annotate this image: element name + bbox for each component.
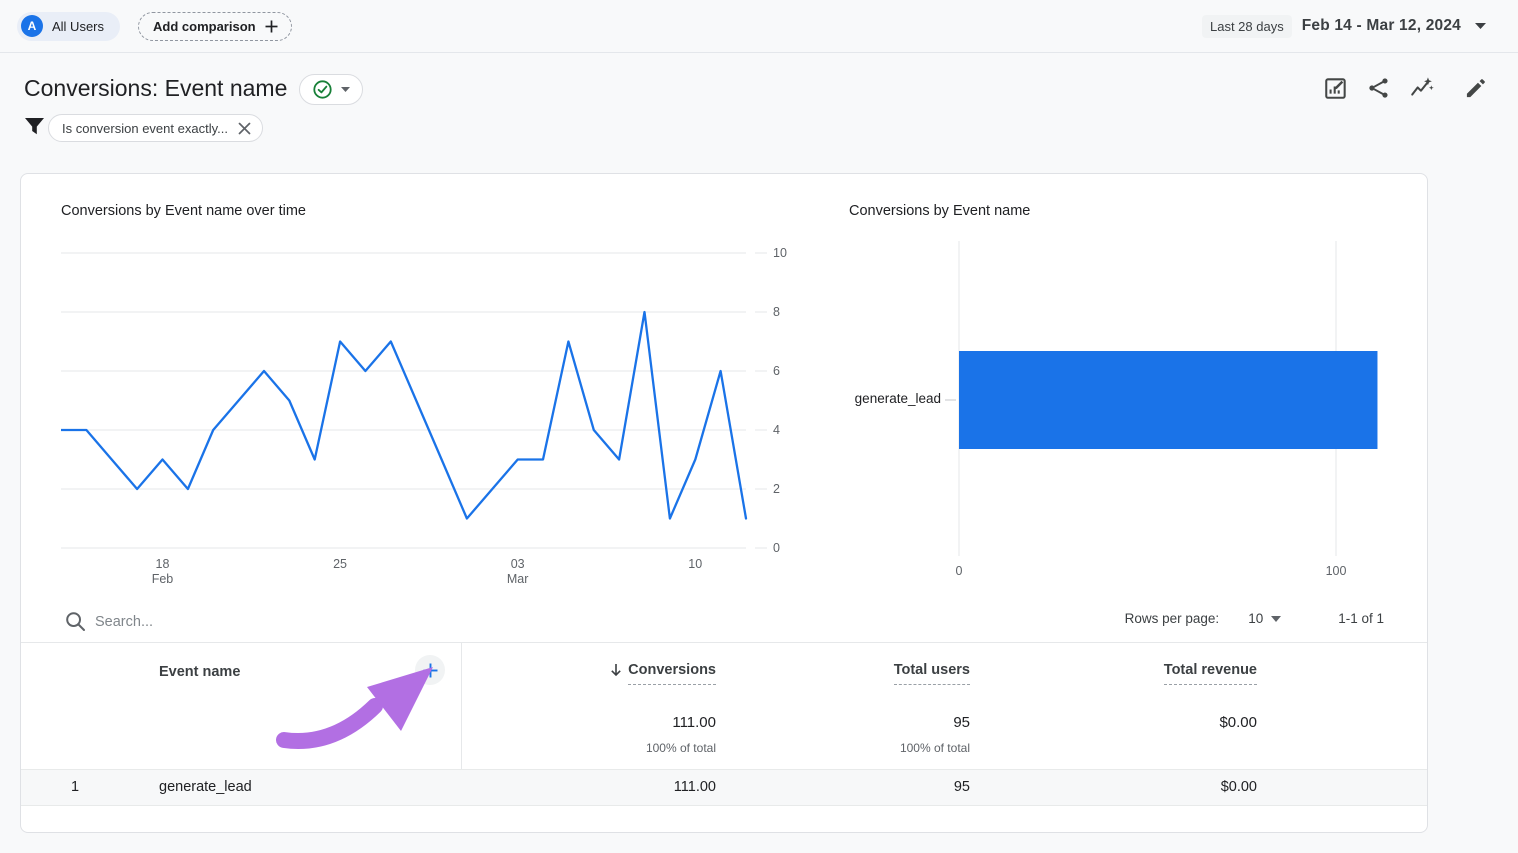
divider	[21, 642, 1427, 643]
row-conversions: 111.00	[674, 770, 716, 805]
svg-text:6: 6	[773, 364, 780, 378]
comparison-bar: A All Users Add comparison Last 28 days …	[0, 0, 1518, 53]
date-range-selector[interactable]: Last 28 days Feb 14 - Mar 12, 2024	[1202, 15, 1486, 38]
bar-chart-title: Conversions by Event name	[849, 203, 1030, 219]
svg-text:18: 18	[156, 557, 170, 571]
svg-text:8: 8	[773, 305, 780, 319]
total-conversions-share: 100% of total	[646, 741, 716, 755]
customize-report-icon[interactable]	[1323, 75, 1349, 101]
filter-chip-label: Is conversion event exactly...	[62, 121, 228, 136]
svg-text:10: 10	[688, 557, 702, 571]
search-input[interactable]	[95, 606, 415, 638]
add-comparison-label: Add comparison	[153, 19, 256, 34]
svg-text:0: 0	[773, 541, 780, 555]
chevron-down-icon	[1271, 616, 1281, 622]
rows-per-page-value: 10	[1248, 611, 1263, 626]
svg-text:Mar: Mar	[507, 572, 529, 586]
report-status-dropdown[interactable]	[299, 74, 363, 105]
insights-icon[interactable]	[1409, 75, 1435, 101]
svg-text:25: 25	[333, 557, 347, 571]
svg-text:Feb: Feb	[152, 572, 174, 586]
svg-text:03: 03	[511, 557, 525, 571]
all-users-label: All Users	[52, 19, 104, 34]
rows-per-page-label: Rows per page:	[1125, 611, 1220, 626]
add-dimension-button[interactable]	[415, 655, 445, 685]
row-total-users: 95	[954, 770, 970, 805]
column-header-total-revenue[interactable]: Total revenue	[1164, 662, 1257, 685]
total-conversions: 111.00	[672, 714, 716, 731]
search-icon	[65, 611, 86, 632]
page-title: Conversions: Event name	[24, 75, 287, 102]
svg-text:4: 4	[773, 423, 780, 437]
svg-text:0: 0	[956, 564, 963, 578]
row-event-name: generate_lead	[159, 770, 252, 805]
edit-pencil-icon[interactable]	[1463, 75, 1489, 101]
add-comparison-button[interactable]: Add comparison	[138, 12, 292, 41]
conversions-over-time-line-chart: 0 2 4 6 8 10 18Feb 25 03Mar 10	[61, 236, 801, 588]
report-card: Conversions by Event name over time 0 2 4 6…	[20, 173, 1428, 833]
pagination-controls: Rows per page: 10 1-1 of 1	[1125, 611, 1384, 626]
pagination-label: 1-1 of 1	[1338, 611, 1384, 626]
line-chart-title: Conversions by Event name over time	[61, 203, 306, 219]
total-users-header-label: Total users	[894, 662, 970, 685]
row-total-revenue: $0.00	[1221, 770, 1257, 805]
rows-per-page-select[interactable]: 10	[1248, 611, 1281, 626]
column-header-event-name[interactable]: Event name	[159, 664, 240, 680]
report-actions	[1323, 75, 1489, 101]
column-header-conversions[interactable]: Conversions	[610, 662, 716, 685]
total-users: 95	[953, 714, 970, 731]
total-users-share: 100% of total	[900, 741, 970, 755]
avatar-letter: A	[28, 19, 37, 33]
all-users-chip[interactable]: A All Users	[17, 12, 120, 41]
chevron-down-icon	[1475, 23, 1486, 29]
total-revenue: $0.00	[1219, 714, 1257, 731]
conversions-header-label: Conversions	[628, 662, 716, 685]
filter-funnel-icon[interactable]	[24, 117, 45, 137]
ga4-conversions-report: { "colors": { "accent_blue": "#1a73e8", …	[0, 0, 1518, 853]
row-rank: 1	[71, 770, 79, 805]
svg-text:10: 10	[773, 246, 787, 260]
column-header-total-users[interactable]: Total users	[894, 662, 970, 685]
share-icon[interactable]	[1366, 75, 1392, 101]
plus-icon	[422, 662, 439, 679]
chevron-down-icon	[341, 87, 350, 92]
date-range-badge: Last 28 days	[1202, 15, 1292, 38]
svg-text:100: 100	[1326, 564, 1347, 578]
conversions-by-event-bar-chart: 0 100	[849, 229, 1409, 581]
plus-icon	[264, 19, 279, 34]
avatar: A	[21, 15, 43, 37]
date-range-text: Feb 14 - Mar 12, 2024	[1302, 17, 1461, 35]
close-icon[interactable]	[237, 121, 252, 136]
sort-descending-icon	[610, 663, 622, 677]
table-row[interactable]: 1 generate_lead 111.00 95 $0.00	[21, 769, 1427, 806]
total-revenue-header-label: Total revenue	[1164, 662, 1257, 685]
check-circle-icon	[313, 80, 332, 99]
filter-chip[interactable]: Is conversion event exactly...	[48, 114, 263, 142]
svg-text:2: 2	[773, 482, 780, 496]
